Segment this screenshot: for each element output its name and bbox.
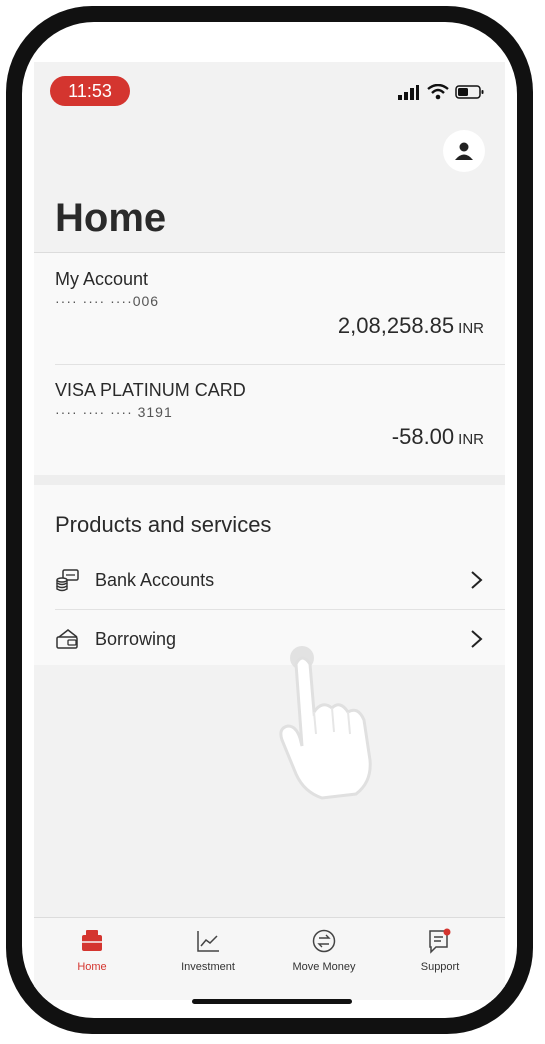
signal-icon: [398, 85, 419, 100]
section-gap: [34, 475, 505, 485]
app-screen: 11:53 Home My Account ···· ···· ····006 …: [34, 62, 505, 1000]
chart-icon: [197, 931, 219, 952]
borrowing-icon: [56, 629, 78, 649]
battery-icon: [455, 85, 484, 99]
products-section: Products and services Bank Accounts Borr…: [34, 485, 505, 665]
transfer-icon: [312, 929, 336, 953]
page-title: Home: [55, 196, 167, 240]
wallet-icon: [82, 930, 102, 951]
account-balance: -58.00 INR: [392, 424, 484, 450]
tab-label: Support: [420, 961, 460, 973]
account-name: My Account: [55, 269, 149, 289]
status-time: 11:53: [50, 76, 130, 106]
account-number: ···· ···· ···· 3191: [55, 404, 173, 420]
account-number: ···· ···· ····006: [55, 293, 160, 309]
account-card-my-account[interactable]: My Account ···· ···· ····006 2,08,258.85…: [55, 253, 484, 364]
tap-gesture-hand-icon: [279, 646, 372, 800]
bottom-tab-bar: Home Investment Move Money Support: [34, 917, 505, 1000]
bank-accounts-icon: [56, 569, 79, 592]
home-indicator[interactable]: [192, 999, 352, 1004]
tab-investment[interactable]: Investment: [158, 928, 258, 973]
accounts-section: My Account ···· ···· ····006 2,08,258.85…: [34, 253, 505, 475]
balance-value: 2,08,258.85: [337, 313, 455, 338]
profile-button[interactable]: [443, 130, 485, 172]
phone-bezel: 11:53 Home My Account ···· ···· ····006 …: [22, 22, 517, 1018]
product-item-label: Bank Accounts: [95, 569, 215, 590]
balance-currency: INR: [458, 431, 484, 448]
account-name: VISA PLATINUM CARD: [55, 380, 246, 400]
tab-label: Investment: [181, 961, 235, 973]
chevron-right-icon: [471, 571, 483, 589]
balance-value: -58.00: [391, 424, 455, 449]
chat-icon: [429, 928, 451, 954]
tab-support[interactable]: Support: [390, 928, 490, 973]
phone-frame: 11:53 Home My Account ···· ···· ····006 …: [6, 6, 533, 1034]
tab-move-money[interactable]: Move Money: [274, 928, 374, 973]
wifi-icon: [427, 84, 449, 100]
tab-label: Home: [77, 961, 107, 973]
account-balance: 2,08,258.85 INR: [338, 313, 484, 339]
balance-currency: INR: [458, 320, 484, 337]
products-heading: Products and services: [55, 512, 272, 537]
status-icons: [397, 82, 485, 102]
chevron-right-icon: [471, 630, 483, 648]
person-icon: [455, 142, 473, 160]
tab-home[interactable]: Home: [42, 928, 142, 973]
product-item-borrowing[interactable]: Borrowing: [55, 610, 484, 668]
tab-label: Move Money: [292, 961, 356, 973]
product-item-bank-accounts[interactable]: Bank Accounts: [55, 551, 484, 609]
account-card-visa-platinum[interactable]: VISA PLATINUM CARD ···· ···· ···· 3191 -…: [55, 364, 484, 475]
